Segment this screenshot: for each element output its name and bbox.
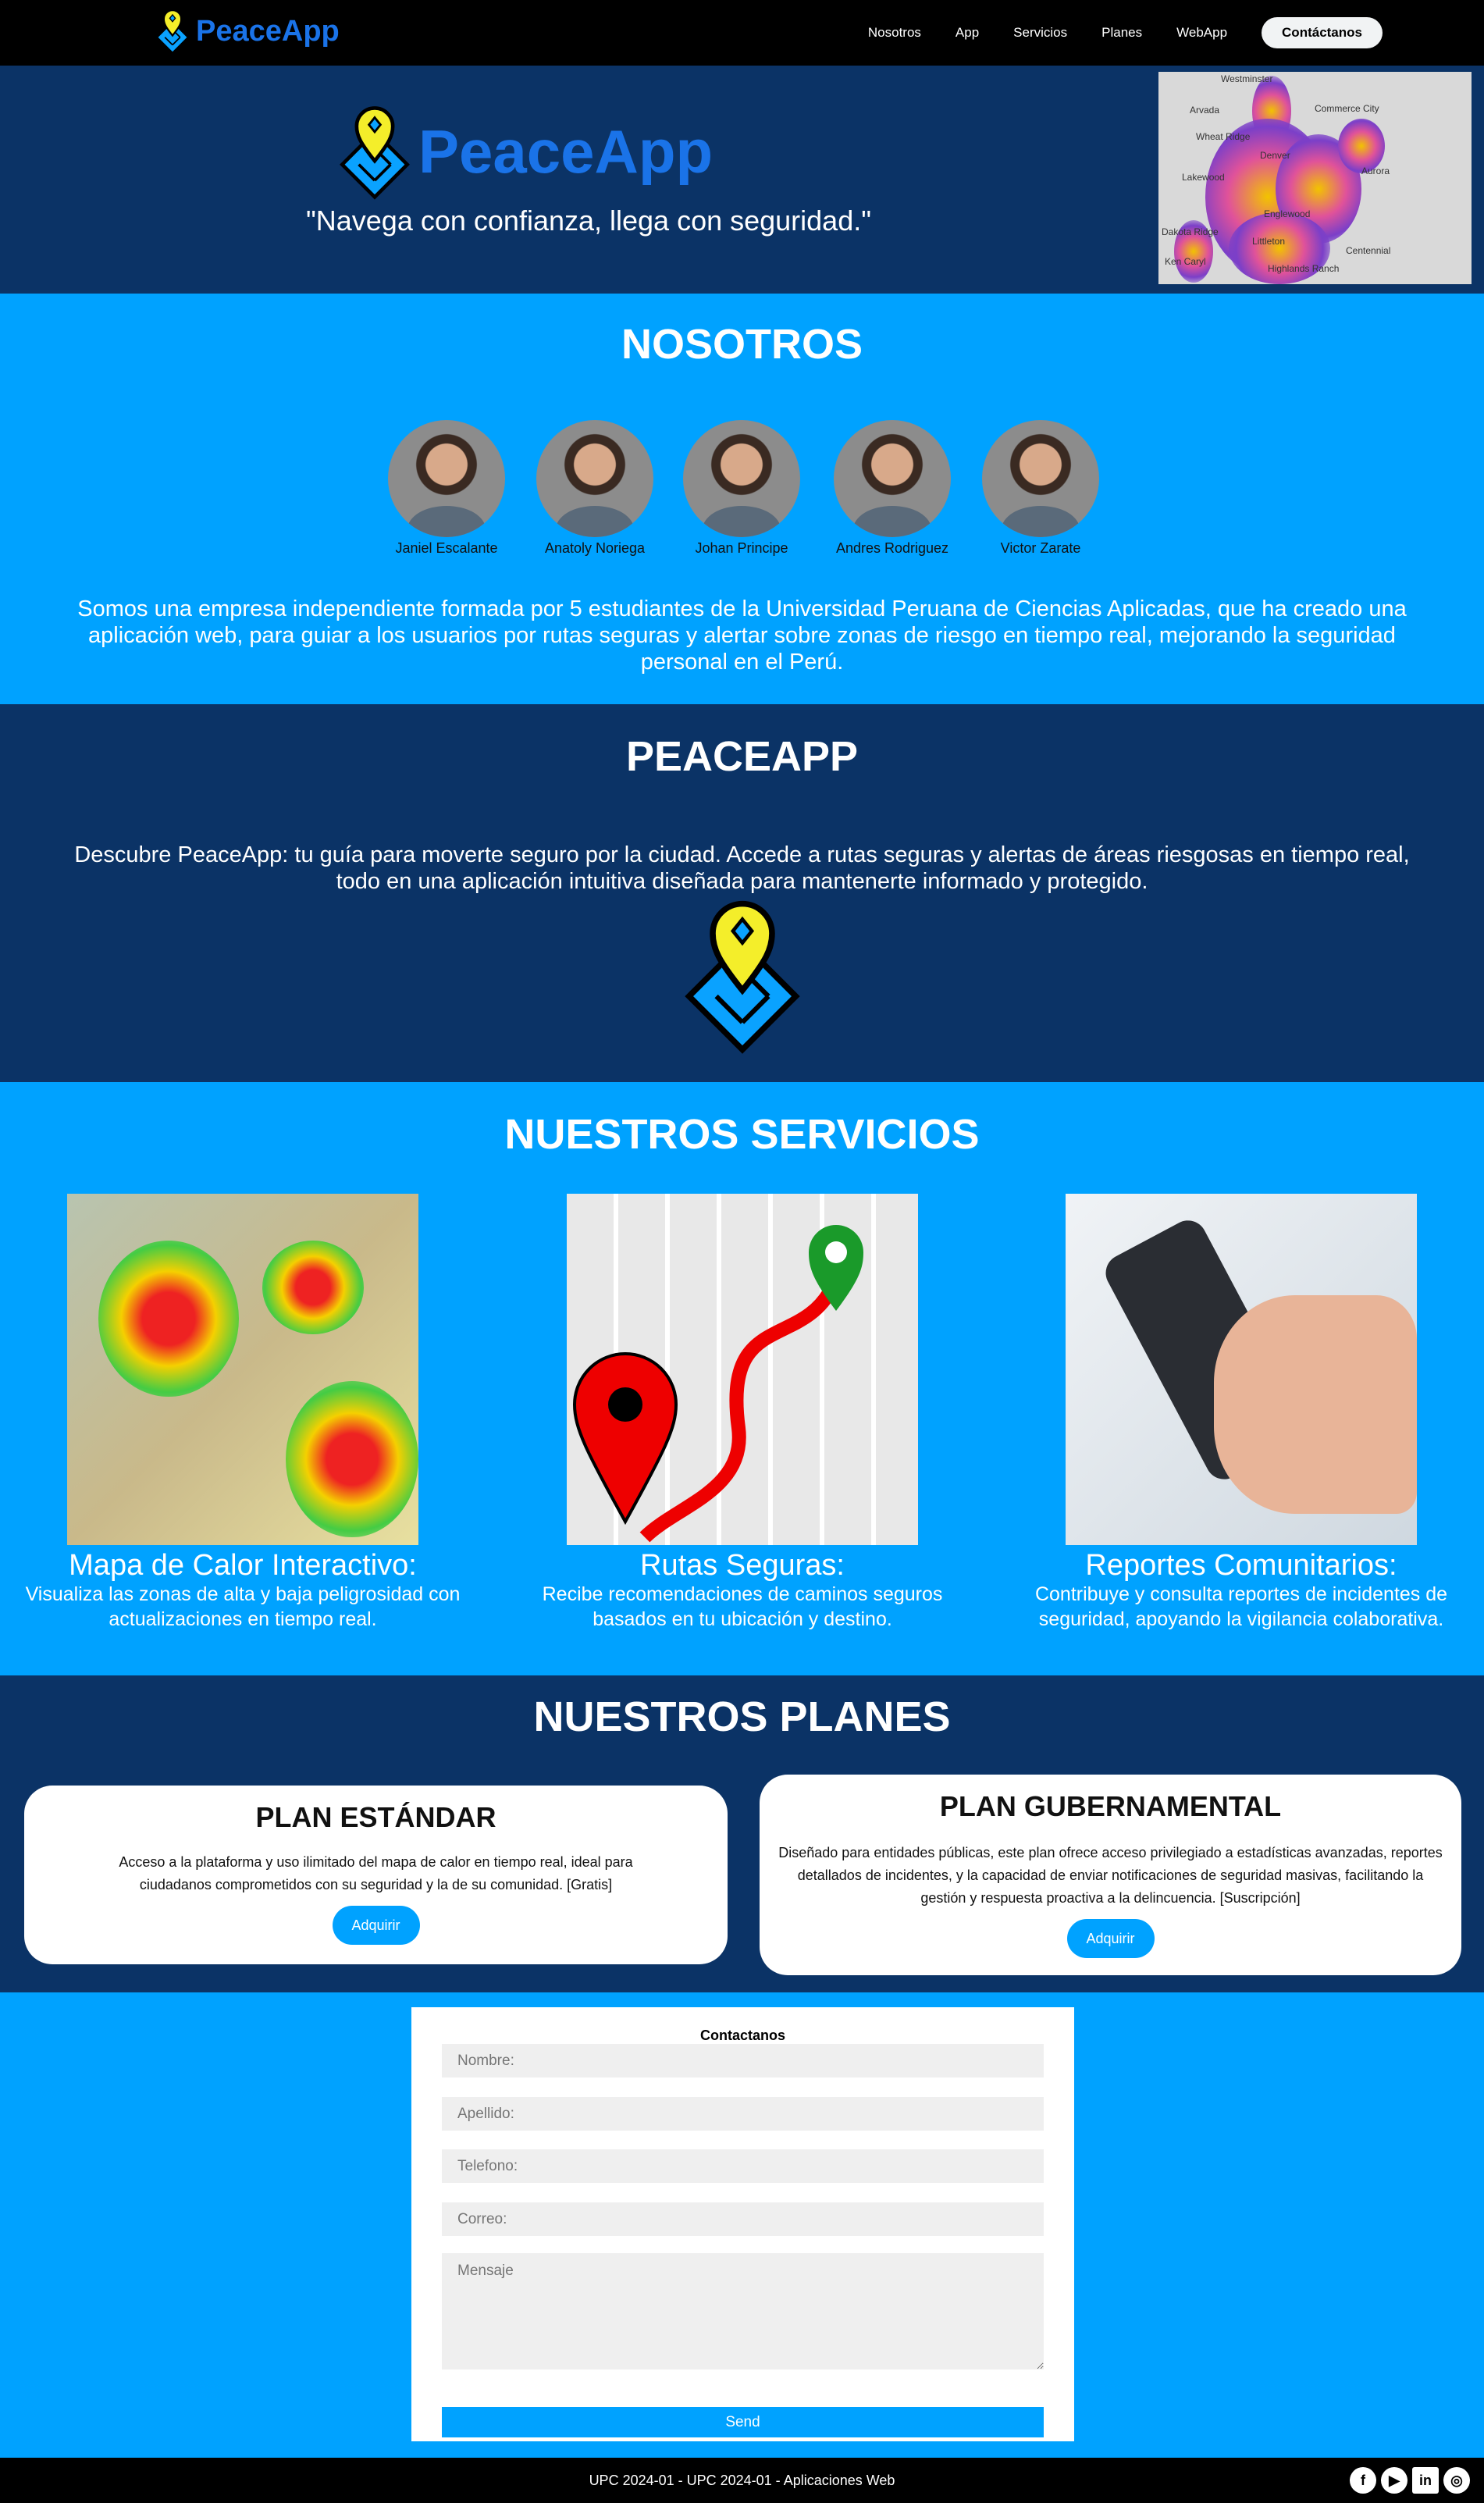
avatar: [388, 420, 505, 537]
map-label: Centennial: [1346, 245, 1391, 256]
service-title: Rutas Seguras:: [640, 1549, 845, 1582]
service-title: Mapa de Calor Interactivo:: [69, 1549, 417, 1582]
contact-button[interactable]: Contáctanos: [1262, 17, 1383, 48]
section-title: NOSOTROS: [621, 321, 863, 368]
avatar: [982, 420, 1099, 537]
servicios-section: NUESTROS SERVICIOS Mapa de Calor Interac…: [0, 1082, 1484, 1675]
map-label: Littleton: [1252, 236, 1286, 247]
social-links: f ▶ in ◎: [1350, 2467, 1470, 2494]
service-desc: Recibe recomendaciones de caminos seguro…: [542, 1583, 943, 1630]
team-member: Johan Principe: [667, 420, 816, 557]
map-label: Highlands Ranch: [1268, 263, 1340, 274]
planes-section: NUESTROS PLANES PLAN ESTÁNDAR Acceso a l…: [0, 1675, 1484, 1992]
instagram-icon[interactable]: ◎: [1443, 2467, 1470, 2494]
linkedin-icon[interactable]: in: [1412, 2467, 1439, 2494]
contact-form: Contactanos Send: [411, 2007, 1074, 2441]
section-title: NUESTROS PLANES: [533, 1693, 951, 1740]
map-label: Commerce City: [1315, 103, 1379, 114]
apellido-input[interactable]: [442, 2097, 1044, 2131]
acquire-button[interactable]: Adquirir: [1066, 1919, 1155, 1958]
peaceapp-logo-icon: [665, 895, 820, 1056]
send-button[interactable]: Send: [442, 2407, 1044, 2437]
plan-desc: Acceso a la plataforma y uso ilimitado d…: [119, 1854, 633, 1892]
map-label: Westminster: [1221, 73, 1273, 84]
member-name: Janiel Escalante: [395, 540, 498, 556]
avatar: [683, 420, 800, 537]
plan-desc: Diseñado para entidades públicas, este p…: [778, 1845, 1443, 1906]
avatar: [834, 420, 951, 537]
service-desc: Visualiza las zonas de alta y baja pelig…: [25, 1583, 461, 1630]
map-label: Dakota Ridge: [1162, 226, 1219, 237]
service-desc: Contribuye y consulta reportes de incide…: [1034, 1583, 1448, 1630]
section-title: PEACEAPP: [625, 733, 859, 780]
plan-title: PLAN ESTÁNDAR: [255, 1801, 496, 1833]
map-label: Englewood: [1264, 208, 1311, 219]
nombre-input[interactable]: [442, 2044, 1044, 2078]
peaceapp-section: PEACEAPP Descubre PeaceApp: tu guía para…: [0, 704, 1484, 1082]
nav-link-servicios[interactable]: Servicios: [1013, 25, 1067, 41]
nav-links: Nosotros App Servicios Planes WebApp Con…: [868, 17, 1383, 48]
nav-link-app[interactable]: App: [956, 25, 979, 41]
brand-logo[interactable]: PeaceApp: [152, 8, 340, 55]
safe-route-image: [567, 1194, 918, 1545]
map-label: Aurora: [1361, 166, 1390, 176]
plan-card-estandar: PLAN ESTÁNDAR Acceso a la plataforma y u…: [24, 1786, 728, 1964]
telefono-input[interactable]: [442, 2149, 1044, 2183]
facebook-icon[interactable]: f: [1350, 2467, 1376, 2494]
service-card: Reportes Comunitarios: Contribuye y cons…: [1007, 1194, 1475, 1632]
mensaje-textarea[interactable]: [442, 2253, 1044, 2369]
nav-link-planes[interactable]: Planes: [1101, 25, 1142, 41]
plan-title: PLAN GUBERNAMENTAL: [939, 1790, 1282, 1822]
service-title: Reportes Comunitarios:: [1085, 1549, 1397, 1582]
hero-tagline: "Navega con confianza, llega con segurid…: [305, 205, 872, 237]
brand-name: PeaceApp: [196, 14, 340, 48]
map-label: Denver: [1260, 150, 1290, 161]
youtube-icon[interactable]: ▶: [1381, 2467, 1407, 2494]
member-name: Johan Principe: [695, 540, 788, 556]
team-member: Andres Rodriguez: [818, 420, 966, 557]
team-member: Victor Zarate: [966, 420, 1115, 557]
map-label: Lakewood: [1182, 172, 1225, 183]
contact-section: Contactanos Send: [0, 1992, 1484, 2458]
service-card: Mapa de Calor Interactivo: Visualiza las…: [9, 1194, 477, 1632]
nav-link-webapp[interactable]: WebApp: [1176, 25, 1227, 41]
member-name: Andres Rodriguez: [835, 540, 949, 556]
team-member: Anatoly Noriega: [521, 420, 669, 557]
nav-link-nosotros[interactable]: Nosotros: [868, 25, 921, 41]
hero-brand-name: PeaceApp: [418, 117, 714, 186]
team-member: Janiel Escalante: [372, 420, 521, 557]
section-title: NUESTROS SERVICIOS: [504, 1111, 980, 1158]
peaceapp-logo-icon: [336, 103, 414, 201]
nosotros-text: Somos una empresa independiente formada …: [77, 596, 1407, 675]
acquire-button[interactable]: Adquirir: [332, 1906, 420, 1945]
footer: UPC 2024-01 - UPC 2024-01 - Aplicaciones…: [0, 2458, 1484, 2503]
peaceapp-logo-icon: [155, 9, 190, 54]
plan-card-gubernamental: PLAN GUBERNAMENTAL Diseñado para entidad…: [760, 1775, 1461, 1975]
navbar: PeaceApp Nosotros App Servicios Planes W…: [0, 0, 1484, 66]
footer-text: UPC 2024-01 - UPC 2024-01 - Aplicaciones…: [589, 2473, 895, 2488]
phone-reports-image: [1066, 1194, 1417, 1545]
member-name: Anatoly Noriega: [544, 540, 646, 556]
correo-input[interactable]: [442, 2202, 1044, 2236]
avatar: [536, 420, 653, 537]
heatmap-image: Westminster Arvada Commerce City Wheat R…: [1158, 72, 1472, 284]
form-title: Contactanos: [699, 2028, 785, 2043]
heatmap-image: [67, 1194, 418, 1545]
hero-logo: PeaceApp: [336, 103, 713, 201]
peaceapp-text: Descubre PeaceApp: tu guía para moverte …: [74, 842, 1410, 894]
hero-section: PeaceApp "Navega con confianza, llega co…: [0, 66, 1484, 294]
map-label: Arvada: [1190, 105, 1220, 116]
map-label: Ken Caryl: [1165, 256, 1206, 267]
map-label: Wheat Ridge: [1196, 131, 1251, 142]
member-name: Victor Zarate: [1000, 540, 1081, 556]
nosotros-section: NOSOTROS Janiel Escalante Anatoly Norieg…: [0, 294, 1484, 704]
service-card: Rutas Seguras: Recibe recomendaciones de…: [508, 1194, 977, 1632]
